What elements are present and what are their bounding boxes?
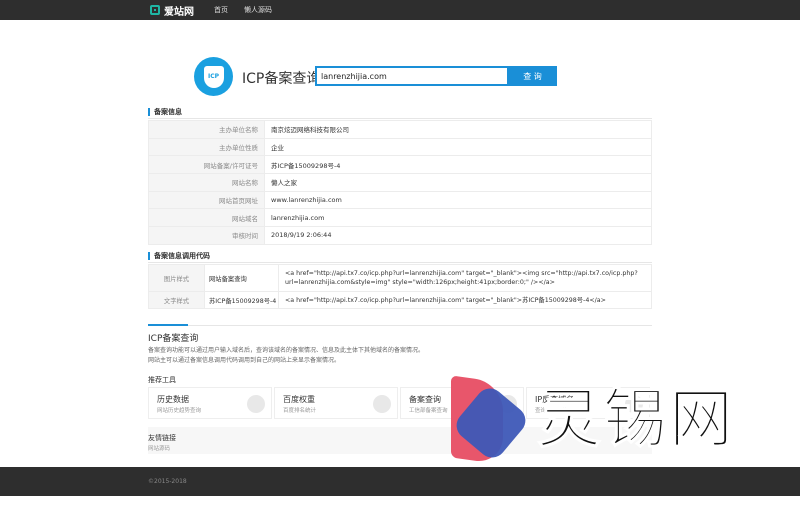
table-row: 网站名称 懒人之家 [148,173,652,192]
code-table: 图片样式 网站备案查询 <a href="http://api.tx7.co/i… [148,264,652,309]
code-snippet[interactable]: <a href="http://api.tx7.co/icp.php?url=l… [278,291,652,309]
nav-home[interactable]: 首页 [214,5,228,15]
table-row: 图片样式 网站备案查询 <a href="http://api.tx7.co/i… [148,264,652,292]
tool-name: 历史数据 [157,395,189,404]
table-row: 文字样式 苏ICP备15009298号-4 <a href="http://ap… [148,291,652,309]
record-key: 网站域名 [148,208,265,228]
code-style-name: 苏ICP备15009298号-4 [204,291,279,309]
record-value: 苏ICP备15009298号-4 [264,155,652,175]
icp-badge: ICP [194,57,233,96]
site-logo[interactable]: 爱站网 [150,3,194,18]
record-value: 南京炫迈网络科技有限公司 [264,120,652,139]
table-row: 审核时间 2018/9/19 2:06:44 [148,226,652,245]
tool-card-history[interactable]: 历史数据 网站历史趋势查询 [148,387,272,419]
code-snippet[interactable]: <a href="http://api.tx7.co/icp.php?url=l… [278,264,652,292]
record-key: 网站首页网址 [148,190,265,210]
tool-desc: 网站历史趋势查询 [157,408,202,414]
query-button[interactable]: 查 询 [508,66,557,86]
record-key: 审核时间 [148,226,265,245]
table-row: 网站备案/许可证号 苏ICP备15009298号-4 [148,155,652,175]
footer: ©2015-2018 [0,467,800,496]
record-value: lanrenzhijia.com [264,208,652,228]
icp-description: 备案查询功能可以通过用户输入域名后，查询该域名的备案情况、信息及此主体下其他域名… [148,347,425,354]
tool-desc: 百度排名统计 [283,408,317,414]
record-key: 网站备案/许可证号 [148,155,265,175]
table-row: 主办单位名称 南京炫迈网络科技有限公司 [148,120,652,139]
table-row: 网站域名 lanrenzhijia.com [148,208,652,228]
table-row: 网站首页网址 www.lanrenzhijia.com [148,190,652,210]
nav-lazy-source[interactable]: 懒人源码 [244,5,272,15]
friend-links-title: 友情链接 [148,434,176,442]
record-value: 2018/9/19 2:06:44 [264,226,652,245]
tool-desc: 工信部备案查询 [409,408,448,414]
code-style-key: 文字样式 [148,291,205,309]
watermark-text: 灵锡网 [537,383,735,457]
section-divider [148,262,652,263]
friend-link[interactable]: 网站源码 [148,444,170,452]
watermark: 灵锡网 [449,375,779,468]
logo-text: 爱站网 [164,6,194,18]
section-divider [188,325,652,326]
tool-name: 备案查询 [409,395,441,404]
record-key: 主办单位名称 [148,120,265,139]
record-table: 主办单位名称 南京炫迈网络科技有限公司 主办单位性质 企业 网站备案/许可证号 苏IC… [148,120,652,245]
copyright: ©2015-2018 [148,478,187,485]
table-row: 主办单位性质 企业 [148,137,652,157]
tool-card-baidu-weight[interactable]: 百度权重 百度排名统计 [274,387,398,419]
layers-icon [247,395,265,413]
record-value: 懒人之家 [264,173,652,192]
paw-icon [373,395,391,413]
tools-title: 推荐工具 [148,376,176,384]
record-value: www.lanrenzhijia.com [264,190,652,210]
icp-description: 网站主可以通过备案信息调用代码调用到自己的网站上来显示备案情况。 [148,357,341,364]
page-title: ICP备案查询 [242,71,321,87]
icp-query-heading: ICP备案查询 [148,334,199,344]
shield-icon: ICP [203,65,224,88]
code-section-title: 备案信息调用代码 [148,252,210,260]
code-style-key: 图片样式 [148,264,205,292]
domain-search-input[interactable] [315,66,509,86]
record-key: 网站名称 [148,173,265,192]
top-navbar: 爱站网 首页 懒人源码 [0,0,800,20]
shield-icon-text: ICP [207,73,220,80]
record-key: 主办单位性质 [148,137,265,157]
code-style-name: 网站备案查询 [204,264,279,292]
record-value: 企业 [264,137,652,157]
tool-name: 百度权重 [283,395,315,404]
record-section-title: 备案信息 [148,108,182,116]
heading-accent [148,324,188,326]
logo-icon [150,5,160,15]
section-divider [148,118,652,119]
